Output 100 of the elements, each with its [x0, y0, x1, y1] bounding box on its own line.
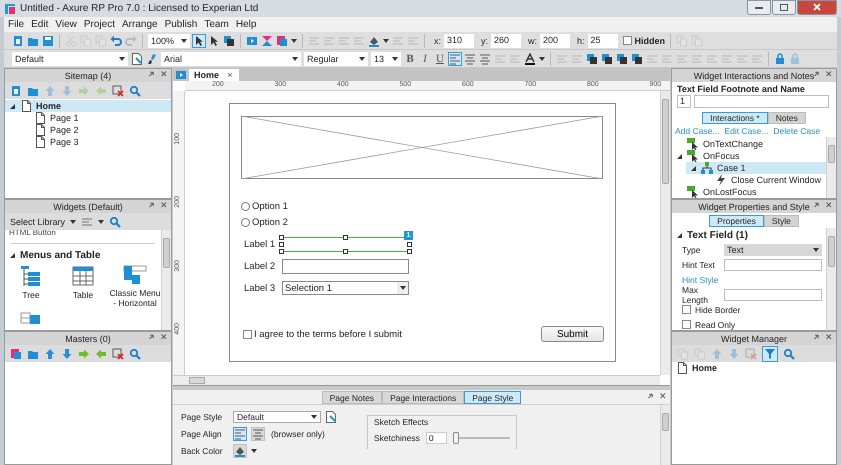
close-icon[interactable] [825, 333, 834, 342]
pointer-icon[interactable] [193, 34, 205, 46]
menu-item[interactable]: Help [236, 19, 256, 30]
vertical-scrollbar[interactable] [660, 91, 670, 375]
page-item[interactable]: Page 2 [19, 124, 171, 136]
menu-item[interactable]: Arrange [122, 19, 158, 30]
type-dropdown[interactable]: Text [724, 244, 822, 256]
text-color-icon[interactable] [524, 52, 536, 64]
footnote-field[interactable]: 1 [677, 95, 691, 108]
undo-icon[interactable] [110, 34, 122, 46]
move-up-icon[interactable] [44, 348, 56, 360]
font-dropdown[interactable]: Arial [161, 52, 301, 66]
widget-item[interactable]: Tree [5, 265, 57, 308]
close-icon[interactable] [825, 70, 834, 79]
page-style-dropdown[interactable]: Default [233, 410, 321, 422]
interaction-item[interactable]: Close Current Window [700, 174, 826, 186]
search-icon[interactable] [129, 348, 141, 360]
tab[interactable]: Notes [768, 112, 806, 124]
style-dropdown[interactable]: Default [12, 52, 128, 66]
menu-item[interactable]: Edit [31, 19, 48, 30]
radio-button[interactable] [241, 202, 250, 211]
zoom-dropdown[interactable]: 100% [148, 34, 190, 48]
send-backward-icon[interactable] [616, 52, 628, 64]
close-icon[interactable] [227, 72, 234, 78]
checkbox[interactable] [682, 320, 691, 329]
link[interactable]: Delete Case [773, 126, 820, 136]
size-dropdown[interactable]: 13 [371, 52, 401, 66]
fill-color-icon[interactable] [368, 34, 380, 46]
collapse-arrow-icon[interactable] [676, 152, 683, 160]
tab[interactable]: Properties [709, 214, 764, 226]
delete-icon[interactable] [112, 84, 124, 96]
lock-icon[interactable] [774, 52, 786, 64]
close-icon[interactable] [160, 201, 169, 210]
radio-button[interactable] [241, 218, 250, 227]
page-item[interactable]: Page 1 [19, 112, 171, 124]
indent-icon[interactable] [78, 348, 90, 360]
number-field[interactable]: 25 [588, 34, 618, 48]
slider-thumb[interactable] [452, 432, 459, 444]
select-library-menu[interactable]: Select Library [10, 216, 66, 226]
interaction-item[interactable]: OnFocus [672, 150, 826, 162]
page-item[interactable]: Home [672, 362, 836, 374]
horizontal-scrollbar[interactable] [173, 375, 660, 385]
close-button[interactable] [797, 0, 837, 15]
save-icon[interactable] [42, 34, 54, 46]
delete-icon[interactable] [112, 348, 124, 360]
underline-button[interactable]: U [434, 52, 446, 64]
text-field[interactable] [282, 259, 409, 274]
collapse-arrow-icon[interactable] [9, 252, 16, 258]
search-icon[interactable] [783, 348, 795, 360]
close-icon[interactable] [825, 201, 834, 210]
interaction-item[interactable]: OnTextChange [672, 138, 826, 150]
list-menu-icon[interactable] [81, 216, 94, 228]
bring-forward-icon[interactable] [601, 52, 613, 64]
menu-item[interactable]: File [8, 19, 24, 30]
align-left-icon[interactable] [449, 52, 461, 64]
weight-dropdown[interactable]: Regular [304, 52, 368, 66]
interaction-item[interactable]: Case 1 [686, 162, 826, 174]
bring-front-icon[interactable] [586, 52, 598, 64]
link[interactable]: Edit Case... [724, 126, 768, 136]
vertical-scrollbar[interactable] [161, 230, 171, 330]
bold-button[interactable]: B [404, 52, 416, 64]
checkbox[interactable] [243, 330, 252, 338]
search-icon[interactable] [109, 216, 122, 228]
widget-item[interactable]: Classic Menu - Horizontal [109, 265, 161, 308]
vertical-scrollbar[interactable] [660, 405, 670, 465]
send-back-icon[interactable] [631, 52, 643, 64]
number-field[interactable]: 310 [444, 34, 474, 48]
tab[interactable]: Style [764, 214, 799, 226]
pointer-icon[interactable] [208, 34, 220, 46]
add-page-icon[interactable] [10, 84, 22, 96]
document-tab[interactable]: Home [189, 69, 240, 81]
collapse-arrow-icon[interactable] [676, 232, 683, 238]
color-picker-button[interactable] [233, 444, 247, 458]
preview-icon[interactable] [246, 34, 258, 46]
italic-button[interactable]: I [419, 52, 431, 64]
tab[interactable]: Interactions * [702, 112, 768, 124]
section-header[interactable]: Menus and Table [5, 248, 161, 262]
max-length-field[interactable] [724, 288, 822, 300]
collapse-arrow-icon[interactable] [9, 102, 16, 110]
style-edit-icon[interactable] [131, 52, 143, 64]
section-header[interactable]: Text Field (1) [672, 228, 826, 242]
page-item[interactable]: Page 3 [19, 136, 171, 148]
hint-text-field[interactable] [724, 258, 822, 270]
name-field[interactable] [694, 95, 829, 108]
minimize-button[interactable] [747, 0, 771, 15]
maximize-button[interactable] [772, 0, 796, 15]
align-left-button[interactable] [233, 426, 247, 440]
align-center-button[interactable] [251, 426, 265, 440]
align-right-icon[interactable] [479, 52, 491, 64]
menu-item[interactable]: View [55, 19, 77, 30]
close-icon[interactable] [160, 333, 169, 342]
menu-item[interactable]: Team [204, 19, 229, 30]
tab[interactable]: Page Style [464, 391, 522, 404]
link[interactable]: Hint Style [682, 274, 718, 284]
close-icon[interactable] [659, 392, 668, 401]
submit-button[interactable]: Submit [541, 326, 604, 342]
page-item[interactable]: Home [5, 100, 171, 112]
style-edit-icon[interactable] [325, 410, 337, 422]
vertical-scrollbar[interactable] [826, 228, 836, 330]
hidden-checkbox[interactable] [622, 36, 632, 45]
